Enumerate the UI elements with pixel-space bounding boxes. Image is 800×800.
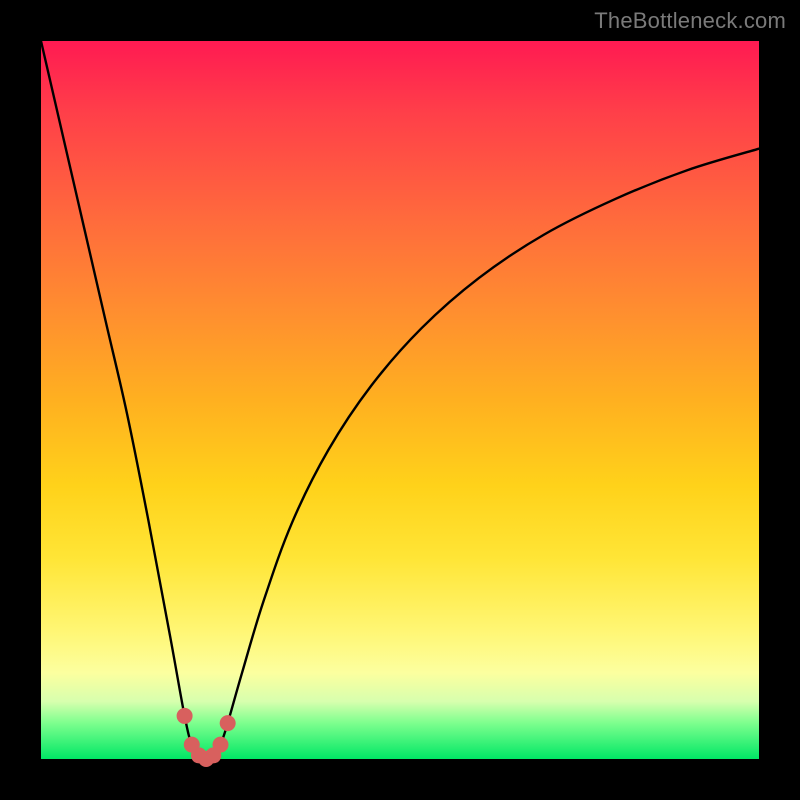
minimum-marker (177, 708, 193, 724)
plot-area (41, 41, 759, 759)
outer-frame: TheBottleneck.com (0, 0, 800, 800)
minimum-marker (220, 715, 236, 731)
watermark-text: TheBottleneck.com (594, 8, 786, 34)
bottleneck-curve (41, 41, 759, 759)
minimum-band (177, 708, 236, 767)
curve-layer (41, 41, 759, 759)
minimum-marker (213, 737, 229, 753)
